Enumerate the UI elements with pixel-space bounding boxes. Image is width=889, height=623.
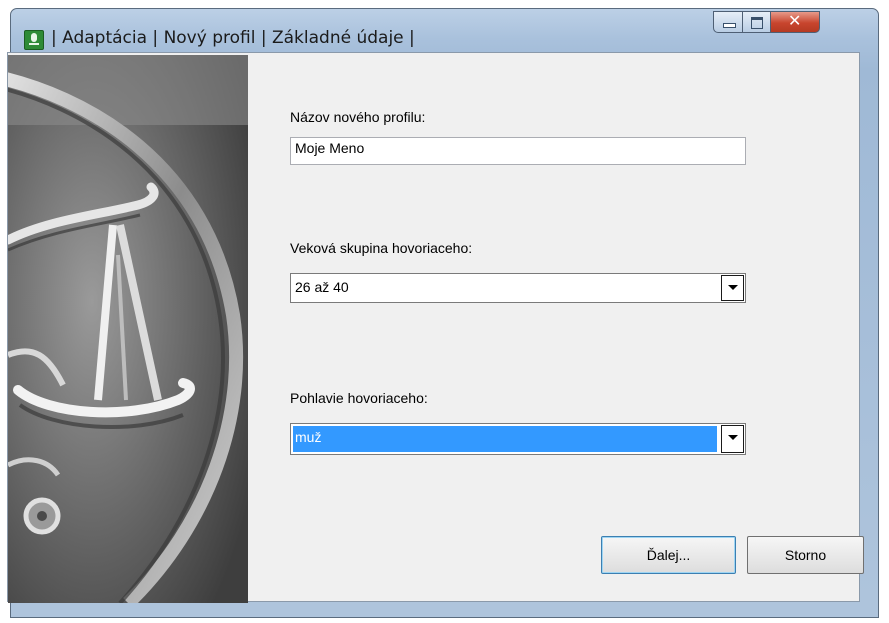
window-title: | Adaptácia | Nový profil | Základné úda… bbox=[51, 28, 415, 48]
minimize-button[interactable] bbox=[713, 11, 743, 33]
chevron-down-icon[interactable] bbox=[721, 425, 744, 453]
age-group-label: Veková skupina hovoriaceho: bbox=[290, 240, 473, 256]
microphone-icon bbox=[24, 30, 44, 50]
cancel-button[interactable]: Storno bbox=[747, 536, 864, 574]
profile-name-label: Názov nového profilu: bbox=[290, 109, 426, 125]
close-button[interactable]: ✕ bbox=[771, 11, 820, 33]
gender-label: Pohlavie hovoriaceho: bbox=[290, 390, 428, 406]
profile-name-input[interactable]: Moje Meno bbox=[290, 137, 746, 165]
gender-select[interactable]: muž bbox=[290, 423, 746, 455]
coin-scales-image bbox=[8, 55, 248, 603]
maximize-button[interactable] bbox=[743, 11, 771, 33]
age-group-value: 26 až 40 bbox=[295, 279, 349, 295]
next-button[interactable]: Ďalej... bbox=[601, 536, 736, 574]
chevron-down-icon[interactable] bbox=[721, 275, 744, 301]
minimize-icon bbox=[723, 23, 736, 28]
close-icon: ✕ bbox=[788, 11, 802, 30]
maximize-icon bbox=[751, 17, 763, 29]
age-group-select[interactable]: 26 až 40 bbox=[290, 273, 746, 303]
gender-value: muž bbox=[293, 426, 717, 452]
